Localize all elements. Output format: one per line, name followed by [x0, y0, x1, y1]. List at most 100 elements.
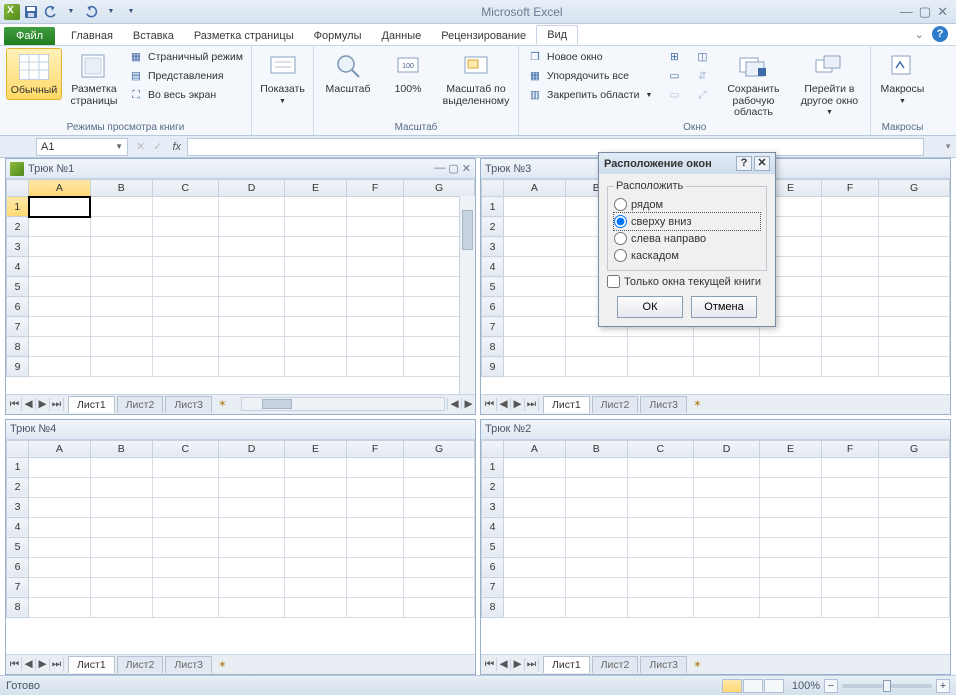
row-header[interactable]: 3 — [7, 237, 29, 257]
cell[interactable] — [90, 277, 152, 297]
cell[interactable] — [693, 577, 759, 597]
cell[interactable] — [90, 597, 152, 617]
row-header[interactable]: 3 — [7, 497, 29, 517]
status-page-layout-view[interactable] — [743, 679, 763, 693]
cell[interactable] — [285, 517, 347, 537]
new-sheet-button[interactable]: ✶ — [212, 398, 233, 410]
normal-view-button[interactable]: Обычный — [6, 48, 62, 100]
cell[interactable] — [693, 457, 759, 477]
cell[interactable] — [504, 297, 566, 317]
sheet-nav-prev[interactable]: ◀ — [22, 658, 36, 671]
cell[interactable] — [821, 337, 878, 357]
sheet-tab[interactable]: Лист2 — [592, 396, 639, 413]
cell[interactable] — [760, 557, 822, 577]
row-header[interactable]: 4 — [7, 517, 29, 537]
workbook-titlebar[interactable]: Трюк №2 — [481, 420, 950, 440]
cell[interactable] — [90, 457, 152, 477]
status-page-break-view[interactable] — [764, 679, 784, 693]
cell[interactable] — [693, 357, 759, 377]
cell[interactable] — [29, 257, 91, 277]
active-workbook-checkbox-row[interactable]: Только окна текущей книги — [607, 271, 767, 292]
maximize-button[interactable]: ▢ — [919, 4, 931, 20]
vertical-scrollbar[interactable] — [459, 196, 475, 394]
sheet-nav-first[interactable]: ⏮ — [483, 398, 497, 411]
undo-button[interactable] — [42, 3, 60, 21]
cell[interactable] — [29, 357, 91, 377]
cell[interactable] — [879, 597, 950, 617]
cell[interactable] — [627, 517, 693, 537]
sheet-tab[interactable]: Лист1 — [543, 396, 590, 413]
sheet-nav-first[interactable]: ⏮ — [483, 658, 497, 671]
cell[interactable] — [879, 557, 950, 577]
cell[interactable] — [152, 217, 218, 237]
cell[interactable] — [218, 477, 284, 497]
cell[interactable] — [218, 557, 284, 577]
cell[interactable] — [29, 517, 91, 537]
cell[interactable] — [218, 337, 284, 357]
cell[interactable] — [152, 597, 218, 617]
cell[interactable] — [90, 537, 152, 557]
cell[interactable] — [693, 537, 759, 557]
cell[interactable] — [218, 497, 284, 517]
new-window-button[interactable]: ❐Новое окно — [525, 48, 654, 66]
view-side-by-side-button[interactable]: ◫ — [692, 48, 712, 66]
cell[interactable] — [565, 337, 627, 357]
tab-formulas[interactable]: Формулы — [304, 27, 372, 45]
cell[interactable] — [285, 197, 347, 217]
cell[interactable] — [821, 517, 878, 537]
cell[interactable] — [821, 197, 878, 217]
column-header[interactable]: B — [565, 440, 627, 457]
cell[interactable] — [760, 457, 822, 477]
cell[interactable] — [404, 457, 475, 477]
cell[interactable] — [346, 577, 403, 597]
cell[interactable] — [152, 277, 218, 297]
row-header[interactable]: 2 — [7, 477, 29, 497]
row-header[interactable]: 8 — [7, 597, 29, 617]
dialog-close-button[interactable]: ✕ — [754, 156, 770, 171]
column-header[interactable]: E — [285, 180, 347, 197]
cell[interactable] — [504, 537, 566, 557]
column-header[interactable]: E — [285, 440, 347, 457]
sheet-tab[interactable]: Лист1 — [543, 656, 590, 673]
macros-button[interactable]: Макросы▼ — [877, 48, 927, 107]
row-header[interactable]: 5 — [7, 537, 29, 557]
worksheet-grid[interactable]: ABCDEFG123456789 — [6, 179, 475, 394]
arrange-all-button[interactable]: ▦Упорядочить все — [525, 67, 654, 85]
scrollbar-thumb[interactable] — [462, 210, 473, 250]
cell[interactable] — [285, 337, 347, 357]
cell[interactable] — [404, 517, 475, 537]
cancel-formula-icon[interactable]: ✕ — [132, 140, 149, 153]
sheet-nav-last[interactable]: ⏭ — [525, 398, 539, 411]
tab-review[interactable]: Рецензирование — [431, 27, 536, 45]
cell[interactable] — [565, 497, 627, 517]
cell[interactable] — [346, 337, 403, 357]
cell[interactable] — [90, 197, 152, 217]
cell[interactable] — [879, 457, 950, 477]
name-box[interactable]: A1 ▼ — [36, 138, 128, 156]
tab-data[interactable]: Данные — [371, 27, 431, 45]
cell[interactable] — [218, 217, 284, 237]
cell[interactable] — [565, 457, 627, 477]
cell[interactable] — [821, 217, 878, 237]
scroll-left-button[interactable]: ◀ — [447, 398, 461, 410]
cell[interactable] — [152, 337, 218, 357]
worksheet-grid[interactable]: ABCDEFG12345678 — [6, 440, 475, 655]
cell[interactable] — [346, 477, 403, 497]
sheet-nav-next[interactable]: ▶ — [36, 398, 50, 411]
save-button[interactable] — [22, 3, 40, 21]
cell[interactable] — [218, 597, 284, 617]
qat-customize[interactable]: ▼ — [122, 3, 140, 21]
close-button[interactable]: ✕ — [937, 4, 948, 20]
formula-input[interactable] — [187, 138, 924, 156]
cell[interactable] — [504, 557, 566, 577]
custom-views-button[interactable]: ▤Представления — [126, 67, 245, 85]
zoom-percent[interactable]: 100% — [792, 680, 820, 692]
column-header[interactable]: C — [152, 180, 218, 197]
hide-button[interactable]: ▭ — [664, 67, 684, 85]
workbook-titlebar[interactable]: Трюк №4 — [6, 420, 475, 440]
column-header[interactable]: B — [90, 180, 152, 197]
cell[interactable] — [29, 577, 91, 597]
cell[interactable] — [565, 357, 627, 377]
sheet-nav-first[interactable]: ⏮ — [8, 398, 22, 411]
radio-horizontal[interactable]: сверху вниз — [614, 213, 760, 230]
